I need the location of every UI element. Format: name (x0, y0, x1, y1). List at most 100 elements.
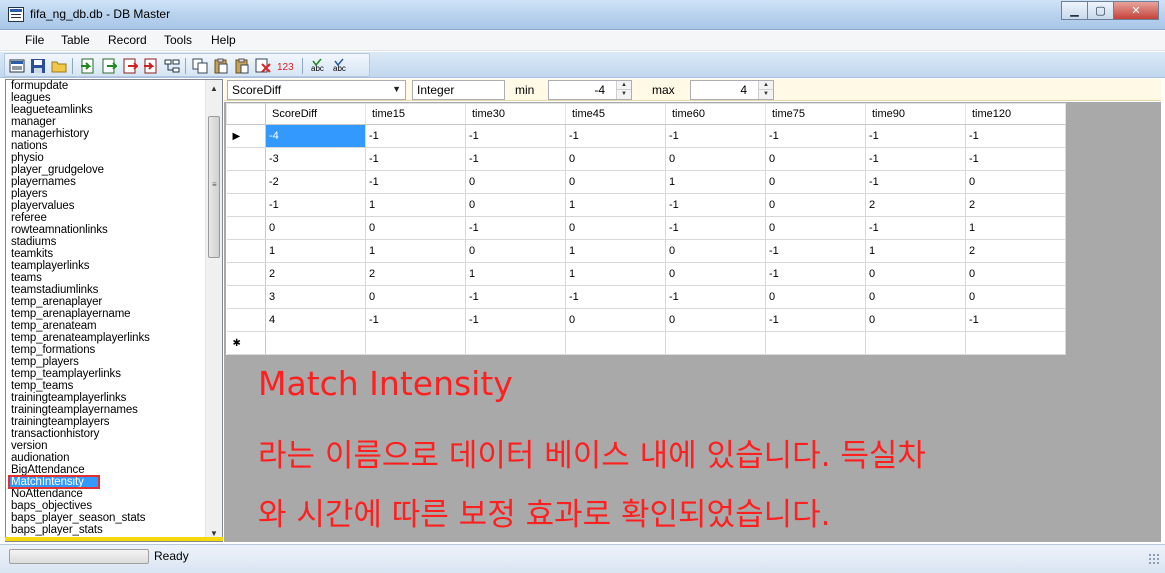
table-list-item[interactable]: players (6, 188, 205, 200)
grid-cell[interactable] (465, 331, 566, 355)
spellcheck-alt-icon[interactable]: abc (332, 58, 352, 74)
grid-cell[interactable]: 0 (765, 285, 866, 309)
column-header[interactable]: time30 (465, 103, 566, 125)
grid-cell[interactable]: -1 (765, 239, 866, 263)
stepper-down-icon[interactable]: ▼ (617, 90, 631, 99)
grid-cell[interactable]: 1 (565, 262, 666, 286)
row-header[interactable] (226, 147, 266, 171)
grid-cell[interactable]: 0 (565, 170, 666, 194)
table-list-item[interactable]: baps_objectives (6, 500, 205, 512)
grid-cell[interactable]: -1 (565, 124, 666, 148)
grid-cell[interactable] (765, 331, 866, 355)
grid-cell[interactable]: -1 (465, 285, 566, 309)
table-list-item[interactable]: formupdate (6, 80, 205, 92)
grid-cell[interactable]: 1 (365, 239, 466, 263)
grid-cell[interactable]: 0 (465, 239, 566, 263)
maximize-button[interactable]: ▢ (1087, 1, 1114, 20)
grid-cell[interactable]: -1 (665, 216, 766, 240)
menu-file[interactable]: File (25, 33, 44, 47)
menu-record[interactable]: Record (108, 33, 147, 47)
column-header[interactable]: time60 (665, 103, 766, 125)
row-header[interactable] (226, 170, 266, 194)
number-format-icon[interactable]: 123 (276, 58, 296, 74)
grid-cell[interactable]: 0 (865, 308, 966, 332)
grid-cell[interactable]: 1 (865, 239, 966, 263)
export-icon[interactable] (101, 58, 117, 74)
menu-help[interactable]: Help (211, 33, 236, 47)
column-header[interactable]: time15 (365, 103, 466, 125)
grid-cell[interactable]: -1 (865, 216, 966, 240)
grid-cell[interactable]: 2 (365, 262, 466, 286)
table-list-item[interactable]: leagues (6, 92, 205, 104)
grid-cell[interactable] (265, 331, 366, 355)
table-list[interactable]: formupdate leagues leagueteamlinks manager m… (5, 79, 223, 542)
table-list-item[interactable]: temp_arenaplayername (6, 308, 205, 320)
grid-cell[interactable] (965, 331, 1066, 355)
resize-grip-icon[interactable] (1148, 553, 1159, 564)
grid-cell[interactable]: 0 (365, 285, 466, 309)
table-list-item[interactable]: temp_teamplayerlinks (6, 368, 205, 380)
grid-cell[interactable]: 0 (565, 147, 666, 171)
table-list-item[interactable]: teams (6, 272, 205, 284)
copy-icon[interactable] (192, 58, 208, 74)
field-select[interactable]: ScoreDiff ▼ (227, 80, 406, 100)
grid-cell[interactable]: 0 (365, 216, 466, 240)
grid-cell[interactable]: -1 (765, 124, 866, 148)
table-list-item[interactable]: transactionhistory (6, 428, 205, 440)
grid-cell[interactable]: -1 (765, 262, 866, 286)
scroll-up-icon[interactable]: ▲ (206, 80, 222, 96)
grid-cell[interactable]: -1 (665, 193, 766, 217)
grid-cell[interactable]: -2 (265, 170, 366, 194)
table-list-item[interactable]: temp_players (6, 356, 205, 368)
stepper-down-icon[interactable]: ▼ (759, 90, 773, 99)
grid-cell[interactable]: 1 (265, 239, 366, 263)
row-header[interactable] (226, 193, 266, 217)
grid-cell[interactable]: 2 (965, 193, 1066, 217)
grid-cell[interactable]: 0 (465, 193, 566, 217)
grid-cell[interactable]: -1 (465, 147, 566, 171)
table-list-item[interactable]: teamplayerlinks (6, 260, 205, 272)
grid-cell[interactable]: 1 (665, 170, 766, 194)
grid-cell[interactable]: 1 (365, 193, 466, 217)
table-list-item[interactable]: referee (6, 212, 205, 224)
grid-cell[interactable]: 1 (565, 193, 666, 217)
grid-cell[interactable]: 2 (865, 193, 966, 217)
grid-cell[interactable]: -1 (865, 147, 966, 171)
open-db-icon[interactable] (9, 58, 25, 74)
row-header[interactable] (226, 308, 266, 332)
paste-special-icon[interactable] (234, 58, 250, 74)
grid-cell[interactable] (665, 331, 766, 355)
grid-cell[interactable]: -1 (665, 124, 766, 148)
grid-cell[interactable]: 4 (265, 308, 366, 332)
grid-cell[interactable]: 0 (565, 216, 666, 240)
max-stepper[interactable]: 4 ▲ ▼ (690, 80, 774, 100)
table-list-item[interactable]: trainingteamplayerlinks (6, 392, 205, 404)
grid-cell[interactable]: -1 (265, 193, 366, 217)
table-list-item[interactable]: teamstadiumlinks (6, 284, 205, 296)
table-list-item[interactable]: playervalues (6, 200, 205, 212)
table-list-item[interactable]: temp_formations (6, 344, 205, 356)
grid-cell[interactable]: -1 (665, 285, 766, 309)
paste-icon[interactable] (213, 58, 229, 74)
row-header[interactable] (226, 262, 266, 286)
grid-cell[interactable]: 0 (765, 147, 866, 171)
table-list-item[interactable]: rowteamnationlinks (6, 224, 205, 236)
grid-cell[interactable]: 2 (965, 239, 1066, 263)
table-list-item[interactable]: audionation (6, 452, 205, 464)
grid-cell[interactable]: 0 (765, 216, 866, 240)
stepper-up-icon[interactable]: ▲ (617, 81, 631, 90)
grid-cell[interactable]: 0 (965, 262, 1066, 286)
current-row-icon[interactable]: ▶ (226, 124, 266, 148)
table-list-item[interactable]: baps_player_stats (6, 524, 205, 536)
grid-cell[interactable]: -1 (465, 124, 566, 148)
grid-cell[interactable]: -1 (765, 308, 866, 332)
grid-cell[interactable]: -1 (365, 308, 466, 332)
delete-icon[interactable] (255, 58, 271, 74)
grid-cell[interactable] (565, 331, 666, 355)
stepper-up-icon[interactable]: ▲ (759, 81, 773, 90)
new-row[interactable]: ✱ (226, 331, 1066, 355)
grid-cell[interactable]: 1 (565, 239, 666, 263)
minimize-button[interactable]: ▁ (1061, 1, 1088, 20)
table-list-item[interactable]: MatchIntensity (8, 475, 100, 489)
grid-cell[interactable]: 0 (865, 262, 966, 286)
